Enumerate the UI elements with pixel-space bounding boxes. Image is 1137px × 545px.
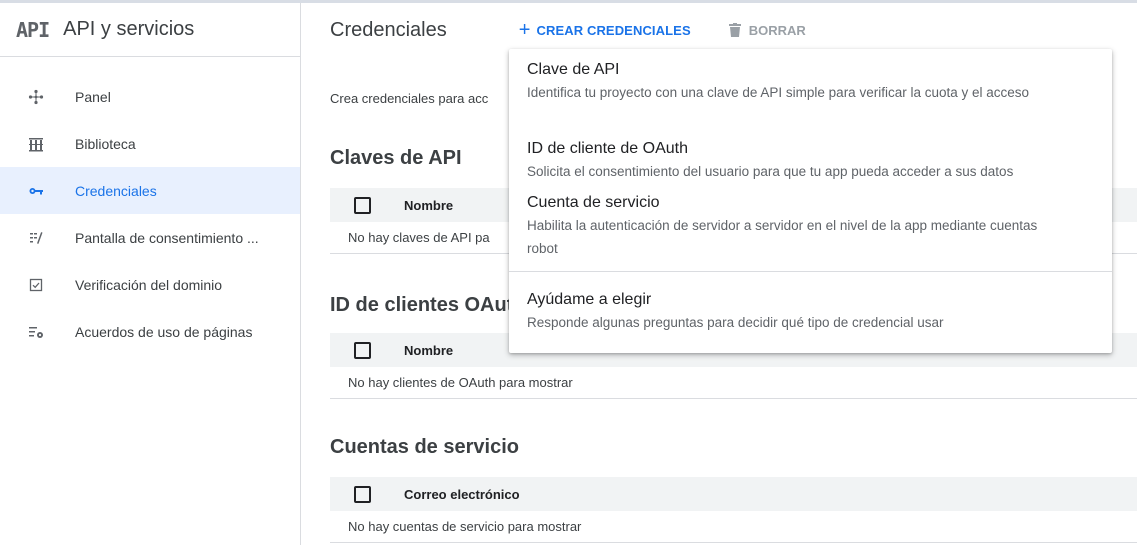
trash-icon [728,23,741,37]
panel-icon [28,89,44,105]
menu-item-title: Ayúdame a elegir [527,291,652,308]
menu-divider [509,271,1112,272]
menu-item-title: Clave de API [527,61,620,78]
sidebar-item-credentials[interactable]: Credenciales [0,167,300,214]
create-credentials-label: CREAR CREDENCIALES [536,22,691,38]
menu-item-title: ID de cliente de OAuth [527,140,688,157]
menu-item-description: Habilita la autenticación de servidor a … [527,218,1038,256]
sidebar-item-label: Biblioteca [75,135,136,152]
sidebar-item-consent-screen[interactable]: Pantalla de consentimiento ... [0,214,300,261]
column-header[interactable]: Correo electrónico [404,487,520,502]
sidebar-item-domain-verification[interactable]: Verificación del dominio [0,261,300,308]
oauth-clients-empty-message: No hay clientes de OAuth para mostrar [330,367,1137,399]
menu-item-oauth-client[interactable]: ID de cliente de OAuth Solicita el conse… [509,138,1112,183]
api-keys-heading: Claves de API [330,147,462,169]
menu-item-service-account[interactable]: Cuenta de servicio Habilita la autentica… [509,192,1112,260]
sidebar-item-label: Credenciales [75,182,157,199]
select-all-checkbox[interactable] [354,196,371,214]
sidebar-item-label: Verificación del dominio [75,276,223,293]
sidebar-nav: Panel Biblioteca Credenciales Pantalla d… [0,57,300,355]
library-icon [28,136,44,152]
create-credentials-menu: Clave de API Identifica tu proyecto con … [509,49,1112,353]
page-agreements-icon [28,324,44,340]
menu-item-description: Solicita el consentimiento del usuario p… [527,164,1014,179]
menu-item-title: Cuenta de servicio [527,194,660,211]
domain-verification-icon [28,277,44,293]
column-header[interactable]: Nombre [404,198,453,213]
oauth-clients-heading: ID de clientes OAut [330,294,514,316]
column-header[interactable]: Nombre [404,343,453,358]
sidebar-item-label: Pantalla de consentimiento ... [75,229,259,246]
sidebar-item-page-agreements[interactable]: Acuerdos de uso de páginas [0,308,300,355]
intro-text: Crea credenciales para acc [330,91,489,106]
sidebar-item-label: Panel [75,88,111,105]
select-all-checkbox[interactable] [354,485,371,503]
menu-item-description: Responde algunas preguntas para decidir … [527,315,944,330]
sidebar-item-library[interactable]: Biblioteca [0,120,300,167]
sidebar: API API y servicios Panel Biblioteca Cre… [0,3,301,545]
key-icon [28,183,44,199]
select-all-checkbox[interactable] [354,341,371,359]
delete-label: BORRAR [748,22,806,38]
menu-item-help-me-choose[interactable]: Ayúdame a elegir Responde algunas pregun… [509,289,1112,334]
service-accounts-table-header: Correo electrónico [330,477,1137,511]
create-credentials-button[interactable]: + CREAR CREDENCIALES [519,20,691,40]
menu-item-api-key[interactable]: Clave de API Identifica tu proyecto con … [509,59,1112,104]
sidebar-header: API API y servicios [0,3,300,57]
delete-button[interactable]: BORRAR [728,22,806,38]
sidebar-item-panel[interactable]: Panel [0,73,300,120]
plus-icon: + [518,19,531,41]
page-title: Credenciales [330,18,447,41]
sidebar-item-label: Acuerdos de uso de páginas [75,323,253,340]
product-title[interactable]: API y servicios [63,18,194,41]
consent-screen-icon [28,230,44,246]
service-accounts-empty-message: No hay cuentas de servicio para mostrar [330,511,1137,543]
menu-item-description: Identifica tu proyecto con una clave de … [527,85,1030,100]
service-accounts-heading: Cuentas de servicio [330,436,519,458]
api-logo: API [16,17,50,42]
